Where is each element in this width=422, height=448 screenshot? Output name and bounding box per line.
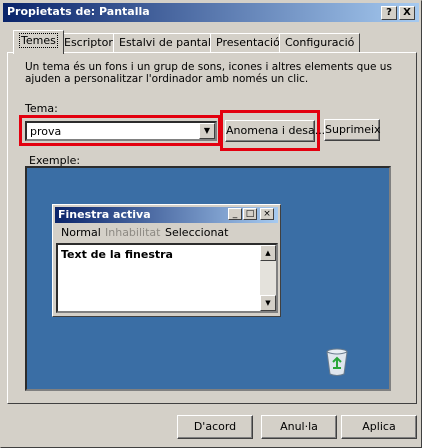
display-properties-dialog: Propietats de: Pantalla ? X Temes Escrip… — [0, 0, 422, 448]
scroll-down-icon: ▼ — [260, 295, 276, 311]
ok-button[interactable]: D'acord — [177, 415, 253, 439]
theme-description: Un tema és un fons i un grup de sons, ic… — [25, 61, 392, 85]
scroll-up-icon: ▲ — [260, 245, 276, 261]
close-button[interactable]: X — [399, 6, 415, 20]
preview-window-titlebar: Finestra activa _ □ × — [55, 207, 278, 223]
help-button[interactable]: ? — [381, 6, 397, 20]
title-bar[interactable]: Propietats de: Pantalla ? X — [3, 3, 419, 22]
preview-menu-selected: Seleccionat — [165, 226, 229, 239]
preview-menu-disabled: Inhabilitat — [105, 226, 161, 239]
tab-label: Configuració — [285, 36, 355, 49]
theme-label: Tema: — [25, 102, 58, 115]
tab-settings[interactable]: Configuració — [279, 33, 361, 53]
preview-window-title: Finestra activa — [58, 208, 151, 221]
preview-scrollbar: ▲ ▼ — [260, 245, 276, 311]
preview-text-area: Text de la finestra ▲ ▼ — [56, 243, 278, 313]
apply-button[interactable]: Aplica — [341, 415, 417, 439]
save-as-button[interactable]: Anomena i desa... — [225, 120, 325, 142]
delete-button[interactable]: Suprimeix — [324, 119, 381, 141]
maximize-icon: □ — [243, 208, 257, 220]
preview-text: Text de la finestra — [61, 248, 173, 261]
theme-select-value: prova — [30, 125, 62, 138]
recycle-bin-icon — [326, 348, 348, 376]
close-icon: × — [260, 208, 274, 220]
chevron-down-icon[interactable]: ▼ — [199, 123, 215, 139]
theme-select[interactable]: prova ▼ — [25, 121, 217, 141]
tab-themes[interactable]: Temes — [13, 30, 64, 54]
window-title: Propietats de: Pantalla — [7, 5, 150, 18]
tab-label: Escriptori — [64, 36, 116, 49]
tab-appearance[interactable]: Presentació — [210, 33, 286, 53]
minimize-icon: _ — [228, 208, 242, 220]
tab-label: Estalvi de pantalla — [119, 36, 221, 49]
cancel-button[interactable]: Anul·la — [261, 415, 337, 439]
preview-menu-normal: Normal — [61, 226, 101, 239]
tab-label: Presentació — [216, 36, 280, 49]
tab-label: Temes — [19, 33, 58, 48]
